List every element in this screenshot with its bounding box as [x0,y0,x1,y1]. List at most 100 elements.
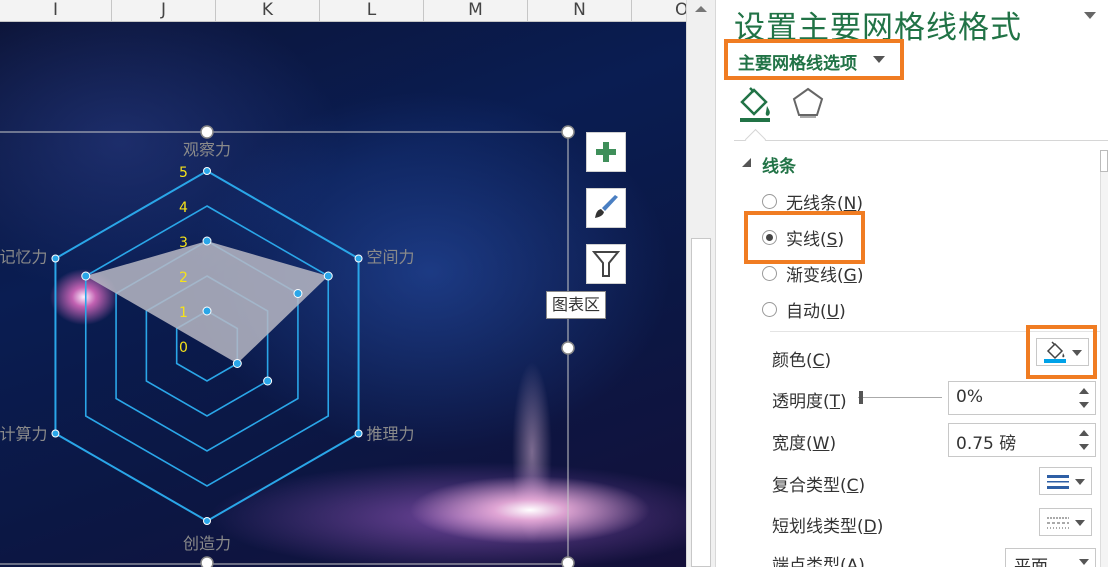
series-2-point[interactable] [263,376,273,386]
access-key: S [826,229,838,250]
transparency-label: 透明度(T) [772,392,847,412]
radio-solid-line[interactable]: 实线(S) [762,224,844,250]
spin-up-arrow-icon[interactable] [1079,388,1089,394]
color-label: 颜色(C) [772,351,832,371]
column-header-j[interactable]: J [112,0,216,21]
paintbrush-icon [595,195,618,218]
radial-tick-label: 3 [179,235,188,251]
chevron-down-icon[interactable] [1075,479,1085,485]
category-label: 观察力 [183,140,231,159]
plus-icon [596,142,616,162]
scroll-up-arrow-icon[interactable] [687,0,715,18]
fill-line-icon [740,87,770,122]
pane-scrollbar-thumb[interactable] [1100,150,1108,172]
column-header-o[interactable]: O [632,0,686,21]
series-1-area[interactable] [85,241,329,364]
radial-tick-label: 1 [179,305,188,321]
radio-automatic[interactable]: 自动(U) [762,296,846,322]
series-2-point[interactable] [202,306,212,316]
axis-end-marker [203,517,211,525]
cap-type-dropdown[interactable]: 平面 [1005,548,1096,567]
spin-up-arrow-icon[interactable] [1079,430,1089,436]
spin-down-arrow-icon[interactable] [1079,402,1089,408]
cap-type-label: 端点类型(A) [772,556,865,567]
dash-type-label: 短划线类型(D) [772,517,884,537]
sheet-vertical-scrollbar[interactable] [686,0,716,567]
column-header-k[interactable]: K [216,0,320,21]
compound-type-label: 复合类型(C) [772,476,866,496]
radial-tick-label: 2 [179,270,188,286]
dash-type-dropdown[interactable] [1039,508,1092,536]
section-line-header[interactable]: 线条 [762,152,796,177]
column-header-n[interactable]: N [528,0,632,21]
format-gridlines-pane: 设置主要网格线格式 主要网格线选项 线条 无线条(N) 实线(S) 渐变线(G) [716,0,1108,567]
active-tab-indicator [744,128,767,151]
transparency-value[interactable]: 0% [956,387,983,407]
resize-handle[interactable] [200,556,214,567]
radar-chart[interactable]: 0 1 2 3 4 5 观察力空间力推理力创造力 计算力 记忆力 [0,0,686,567]
radio-button[interactable] [762,301,777,317]
radio-dot [766,233,773,241]
axis-end-marker [51,254,60,263]
resize-handle[interactable] [561,556,575,567]
radio-button[interactable] [762,265,777,281]
chart-filters-button[interactable] [586,244,626,284]
cap-type-value: 平面 [1014,557,1048,567]
series-1-point[interactable] [81,271,91,281]
chart-elements-button[interactable] [586,132,626,172]
access-key: G [843,265,857,286]
resize-handle[interactable] [200,125,214,139]
chevron-down-icon[interactable] [1072,350,1082,356]
series-1-point[interactable] [232,359,242,368]
column-header-l[interactable]: L [320,0,424,21]
chart-styles-button[interactable] [586,188,626,228]
gridline-options-dropdown[interactable]: 主要网格线选项 [738,49,857,74]
section-expanded-triangle-icon[interactable] [742,158,751,167]
series-1-point[interactable] [323,271,333,281]
pane-scrollbar[interactable] [1100,150,1108,567]
radio-gradient-line[interactable]: 渐变线(G) [762,260,863,286]
axis-end-marker [203,167,211,175]
width-spinner[interactable]: 0.75 磅 [948,423,1096,457]
pane-menu-chevron-icon[interactable] [1084,12,1096,19]
resize-handle[interactable] [561,125,575,139]
column-header-m[interactable]: M [424,0,528,21]
transparency-slider-handle[interactable] [859,391,863,404]
radial-tick-label: 4 [179,200,188,216]
category-label: 计算力 [0,425,47,444]
series-2-point[interactable] [293,289,303,298]
spin-down-arrow-icon[interactable] [1079,444,1089,450]
axis-end-marker [354,429,363,438]
category-label: 记忆力 [0,248,47,267]
access-key: U [826,301,840,322]
radio-label: 自动 [786,301,820,322]
effects-pentagon-icon [792,87,824,118]
radio-button[interactable] [762,193,777,209]
category-label: 创造力 [183,534,231,553]
compound-lines-icon [1047,475,1069,489]
radio-label: 渐变线 [786,265,837,286]
category-label: 推理力 [367,425,415,444]
resize-handle[interactable] [561,341,575,355]
color-picker-button[interactable] [1036,338,1089,366]
radio-label: 实线 [786,229,820,250]
compound-type-dropdown[interactable] [1039,467,1092,495]
width-value[interactable]: 0.75 磅 [956,429,1016,454]
transparency-slider-track[interactable] [858,397,942,398]
transparency-spinner[interactable]: 0% [948,381,1096,415]
chevron-down-icon[interactable] [1079,559,1089,565]
axis-end-marker [354,254,363,263]
chevron-down-icon[interactable] [873,56,885,63]
radio-button-selected[interactable] [762,229,777,245]
column-header-i[interactable]: I [0,0,112,21]
radial-tick-label: 0 [179,340,188,356]
tab-fill-line[interactable] [736,84,776,124]
funnel-icon [592,251,620,277]
worksheet-area: 0 1 2 3 4 5 观察力 空间力 推理力 创造力 计算力 记忆力 I J K L M N O 图… [0,0,686,567]
scrollbar-thumb[interactable] [691,238,711,567]
paint-bucket-icon [1044,341,1066,363]
chevron-down-icon[interactable] [1075,520,1085,526]
series-1-point[interactable] [202,236,212,246]
dash-lines-icon [1047,517,1069,529]
tab-effects[interactable] [788,84,828,124]
